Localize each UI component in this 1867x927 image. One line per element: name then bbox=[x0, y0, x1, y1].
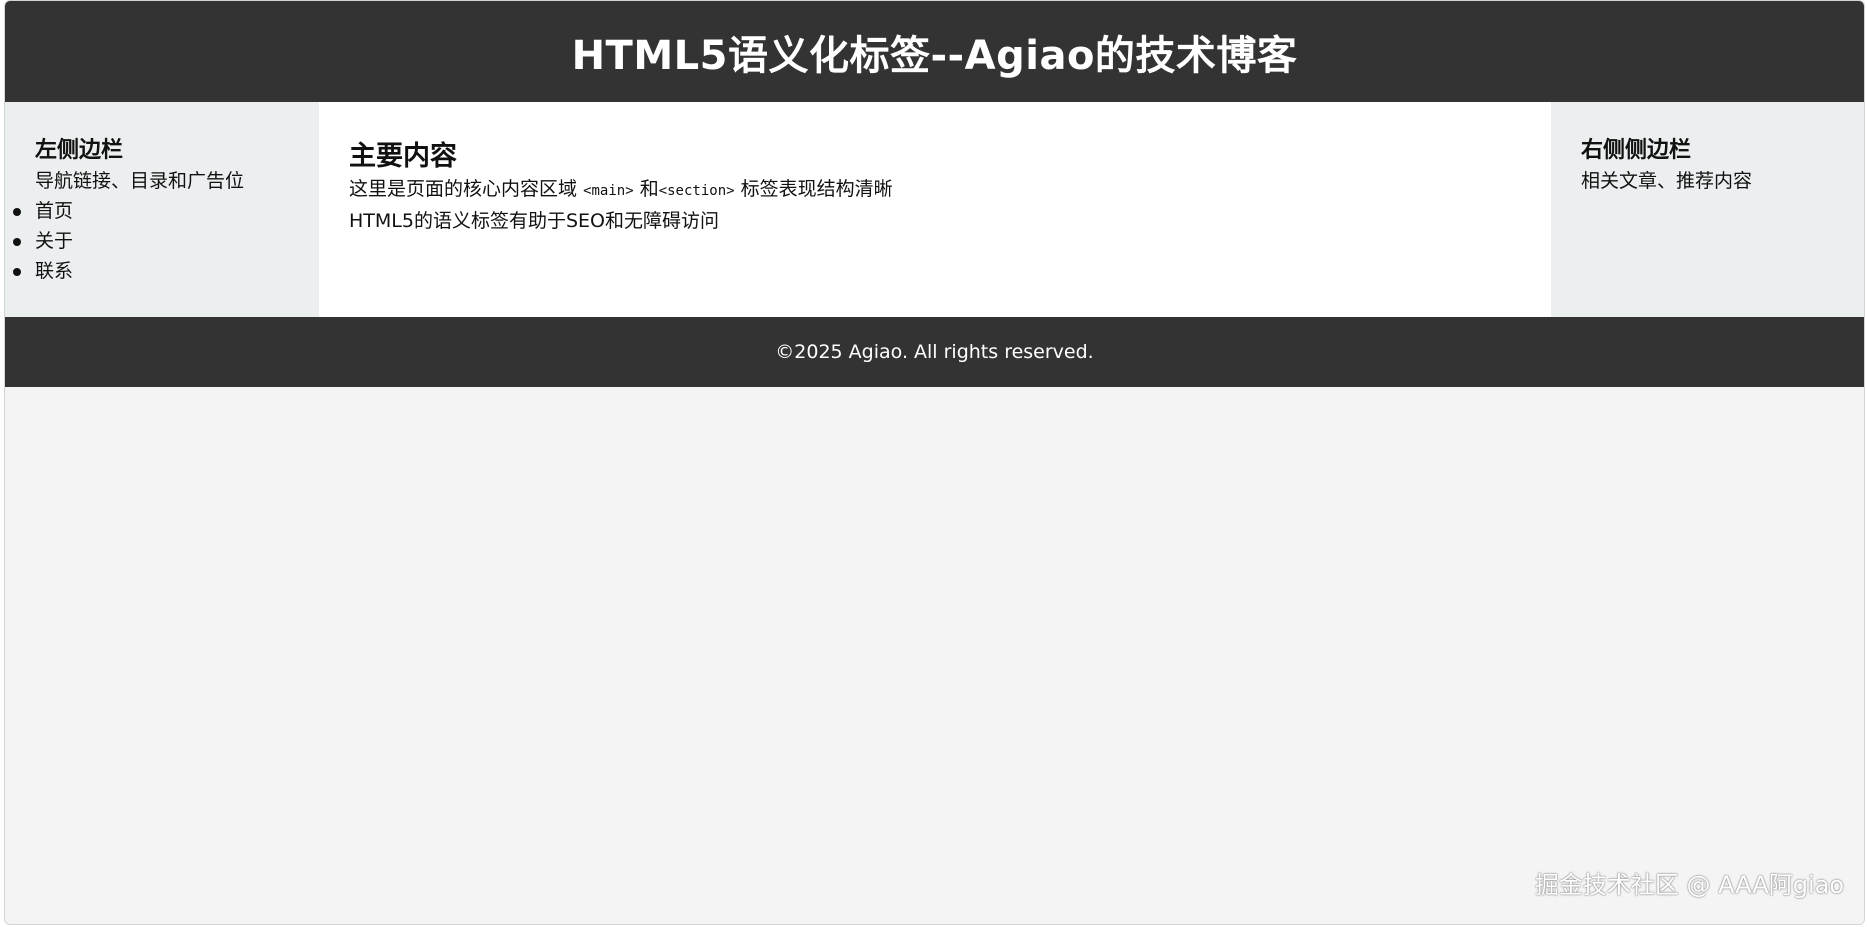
watermark: 掘金技术社区 @ AAA阿giao bbox=[1534, 871, 1844, 899]
main-text-and: 和 bbox=[639, 178, 659, 200]
main-content: 主要内容 这里是页面的核心内容区域 <main> 和<section> 标签表现… bbox=[319, 102, 1551, 317]
main-paragraph-2: HTML5的语义标签有助于SEO和无障碍访问 bbox=[349, 210, 719, 232]
nav-item-contact[interactable]: 联系 bbox=[13, 256, 319, 286]
right-sidebar-description: 相关文章、推荐内容 bbox=[1581, 170, 1753, 192]
bullet-icon bbox=[13, 268, 21, 276]
nav-item-label: 联系 bbox=[35, 260, 74, 282]
nav-item-about[interactable]: 关于 bbox=[13, 226, 319, 256]
nav-item-label: 首页 bbox=[35, 200, 74, 222]
nav-list: 首页 关于 联系 bbox=[13, 196, 319, 286]
code-main-tag: <main> bbox=[583, 183, 634, 199]
site-header: HTML5语义化标签--Agiao的技术博客 bbox=[5, 1, 1864, 102]
left-sidebar: 左侧边栏 导航链接、目录和广告位 首页 关于 联系 bbox=[5, 102, 319, 317]
site-title: HTML5语义化标签--Agiao的技术博客 bbox=[571, 32, 1298, 79]
main-paragraph-1: 这里是页面的核心内容区域 <main> 和<section> 标签表现结构清晰 bbox=[349, 174, 1551, 206]
left-sidebar-heading: 左侧边栏 bbox=[35, 138, 124, 163]
nav-item-home[interactable]: 首页 bbox=[13, 196, 319, 226]
right-sidebar: 右侧侧边栏 相关文章、推荐内容 bbox=[1551, 102, 1864, 317]
left-sidebar-description: 导航链接、目录和广告位 bbox=[35, 170, 245, 192]
main-text-suffix: 标签表现结构清晰 bbox=[740, 178, 893, 200]
footer-copyright: ©2025 Agiao. All rights reserved. bbox=[775, 341, 1094, 363]
main-text-prefix: 这里是页面的核心内容区域 bbox=[349, 178, 578, 200]
site-footer: ©2025 Agiao. All rights reserved. bbox=[5, 317, 1864, 387]
nav-item-label: 关于 bbox=[35, 230, 74, 252]
code-section-tag: <section> bbox=[658, 183, 735, 199]
bullet-icon bbox=[13, 238, 21, 246]
page-layout: 左侧边栏 导航链接、目录和广告位 首页 关于 联系 主要内容 这里是页面的核心内… bbox=[5, 102, 1864, 317]
bullet-icon bbox=[13, 208, 21, 216]
right-sidebar-heading: 右侧侧边栏 bbox=[1581, 138, 1692, 163]
main-heading: 主要内容 bbox=[349, 141, 457, 172]
browser-viewport: HTML5语义化标签--Agiao的技术博客 左侧边栏 导航链接、目录和广告位 … bbox=[4, 0, 1865, 925]
